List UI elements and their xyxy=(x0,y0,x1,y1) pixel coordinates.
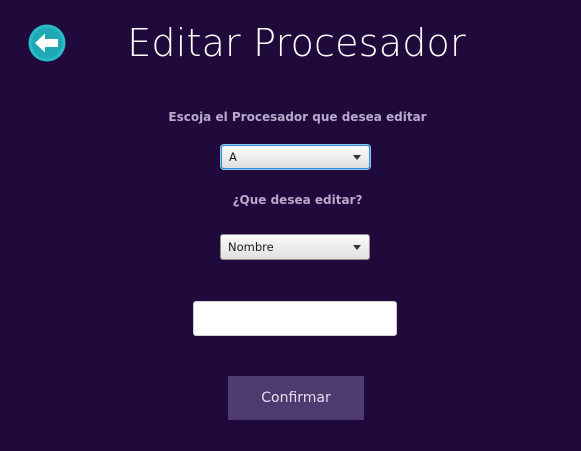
field-select-label: ¿Que desea editar? xyxy=(232,193,363,207)
chevron-down-icon xyxy=(353,155,361,160)
chevron-down-icon xyxy=(353,245,361,250)
new-value-input[interactable] xyxy=(193,301,397,336)
field-select[interactable]: Nombre xyxy=(220,234,370,260)
page-title: Editar Procesador xyxy=(127,21,466,65)
processor-select[interactable]: A xyxy=(221,145,370,169)
processor-select-value: A xyxy=(229,150,237,164)
confirm-button[interactable]: Confirmar xyxy=(228,376,364,420)
field-select-value: Nombre xyxy=(228,240,274,254)
processor-select-label: Escoja el Procesador que desea editar xyxy=(168,110,427,124)
